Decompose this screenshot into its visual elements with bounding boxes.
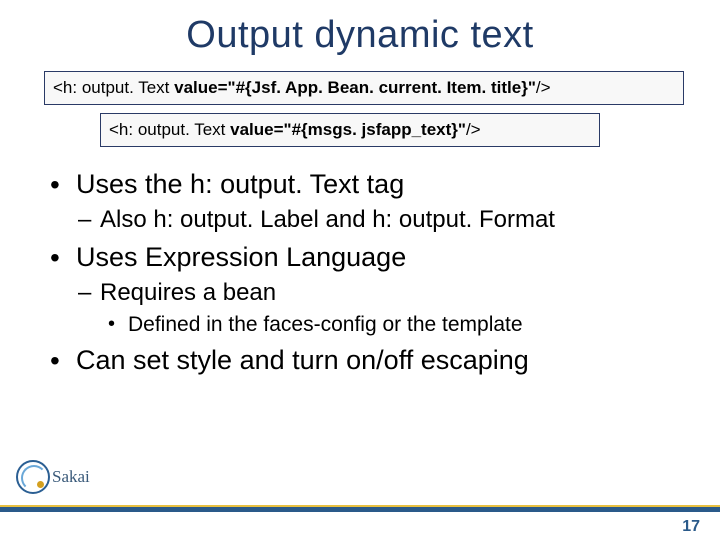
code-text: /> [536, 78, 551, 97]
code-attr: value="#{Jsf. App. Bean. current. Item. … [174, 78, 536, 97]
bullet-level3: Defined in the faces-config or the templ… [128, 313, 692, 337]
logo-text: Sakai [52, 467, 90, 487]
footer-divider [0, 507, 720, 512]
logo-swirl-icon [16, 460, 50, 494]
bullet-level1: Uses the h: output. Text tag [76, 169, 692, 200]
bullet-level1: Can set style and turn on/off escaping [76, 345, 692, 376]
code-example-1: <h: output. Text value="#{Jsf. App. Bean… [44, 71, 684, 105]
bullet-level2: Requires a bean [100, 279, 692, 307]
logo-dot-icon [37, 481, 44, 488]
bullet-level2: Also h: output. Label and h: output. For… [100, 206, 692, 234]
code-text: <h: output. Text [109, 120, 230, 139]
bullet-level1: Uses Expression Language [76, 242, 692, 273]
code-attr: value="#{msgs. jsfapp_text}" [230, 120, 466, 139]
code-example-2: <h: output. Text value="#{msgs. jsfapp_t… [100, 113, 600, 147]
sakai-logo: Sakai [14, 458, 104, 502]
bullet-list: Uses the h: output. Text tag Also h: out… [76, 169, 692, 376]
code-text: /> [466, 120, 481, 139]
page-number: 17 [682, 518, 700, 536]
code-text: <h: output. Text [53, 78, 174, 97]
slide: Output dynamic text <h: output. Text val… [0, 0, 720, 540]
slide-title: Output dynamic text [28, 14, 692, 57]
